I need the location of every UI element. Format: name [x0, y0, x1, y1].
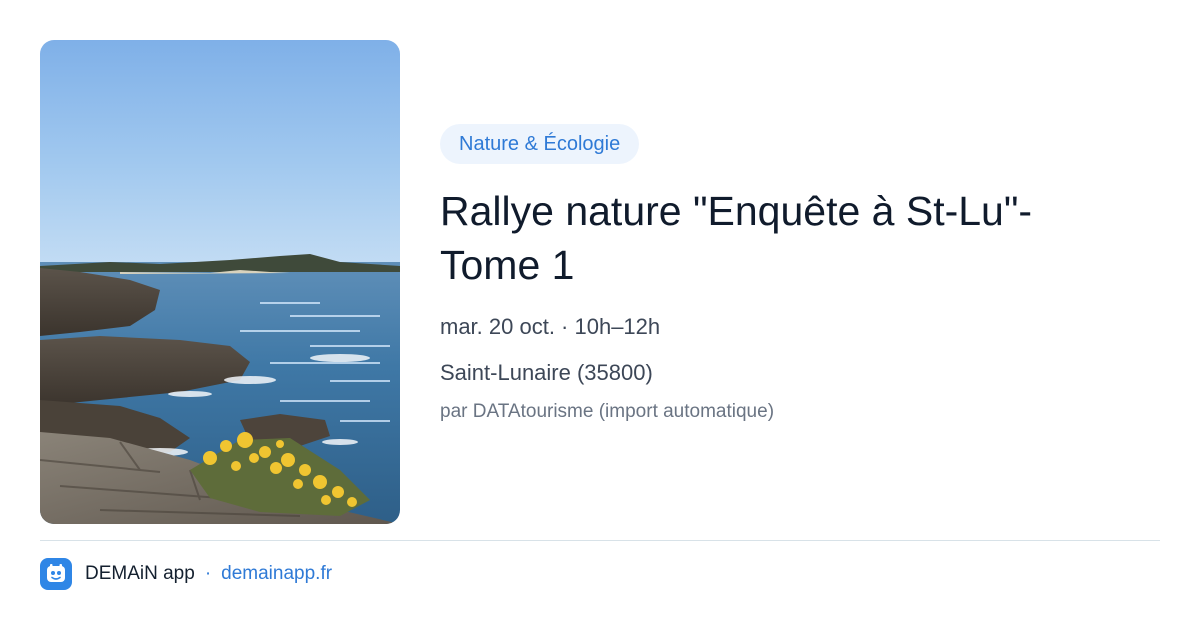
event-title[interactable]: Rallye nature "Enquête à St-Lu"- Tome 1 [440, 184, 1120, 292]
event-date: mar. 20 oct. · 10h–12h [440, 314, 661, 339]
demain-logo-icon [40, 558, 72, 590]
event-photo [40, 40, 400, 524]
footer-separator: · [204, 563, 212, 584]
coastal-landscape-image [40, 40, 400, 524]
app-name: DEMAiN app [85, 563, 195, 584]
event-location: Saint-Lunaire (35800) [440, 360, 653, 385]
event-card: Nature & Écologie Rallye nature "Enquête… [0, 0, 1200, 630]
category-badge[interactable]: Nature & Écologie [440, 124, 640, 164]
footer-divider [40, 540, 1160, 541]
event-source: par DATAtourisme (import automatique) [440, 401, 775, 422]
event-info: Nature & Écologie Rallye nature "Enquête… [440, 124, 1160, 426]
site-link[interactable]: demainapp.fr [221, 563, 332, 585]
footer: DEMAiN app · demainapp.fr [40, 558, 332, 590]
